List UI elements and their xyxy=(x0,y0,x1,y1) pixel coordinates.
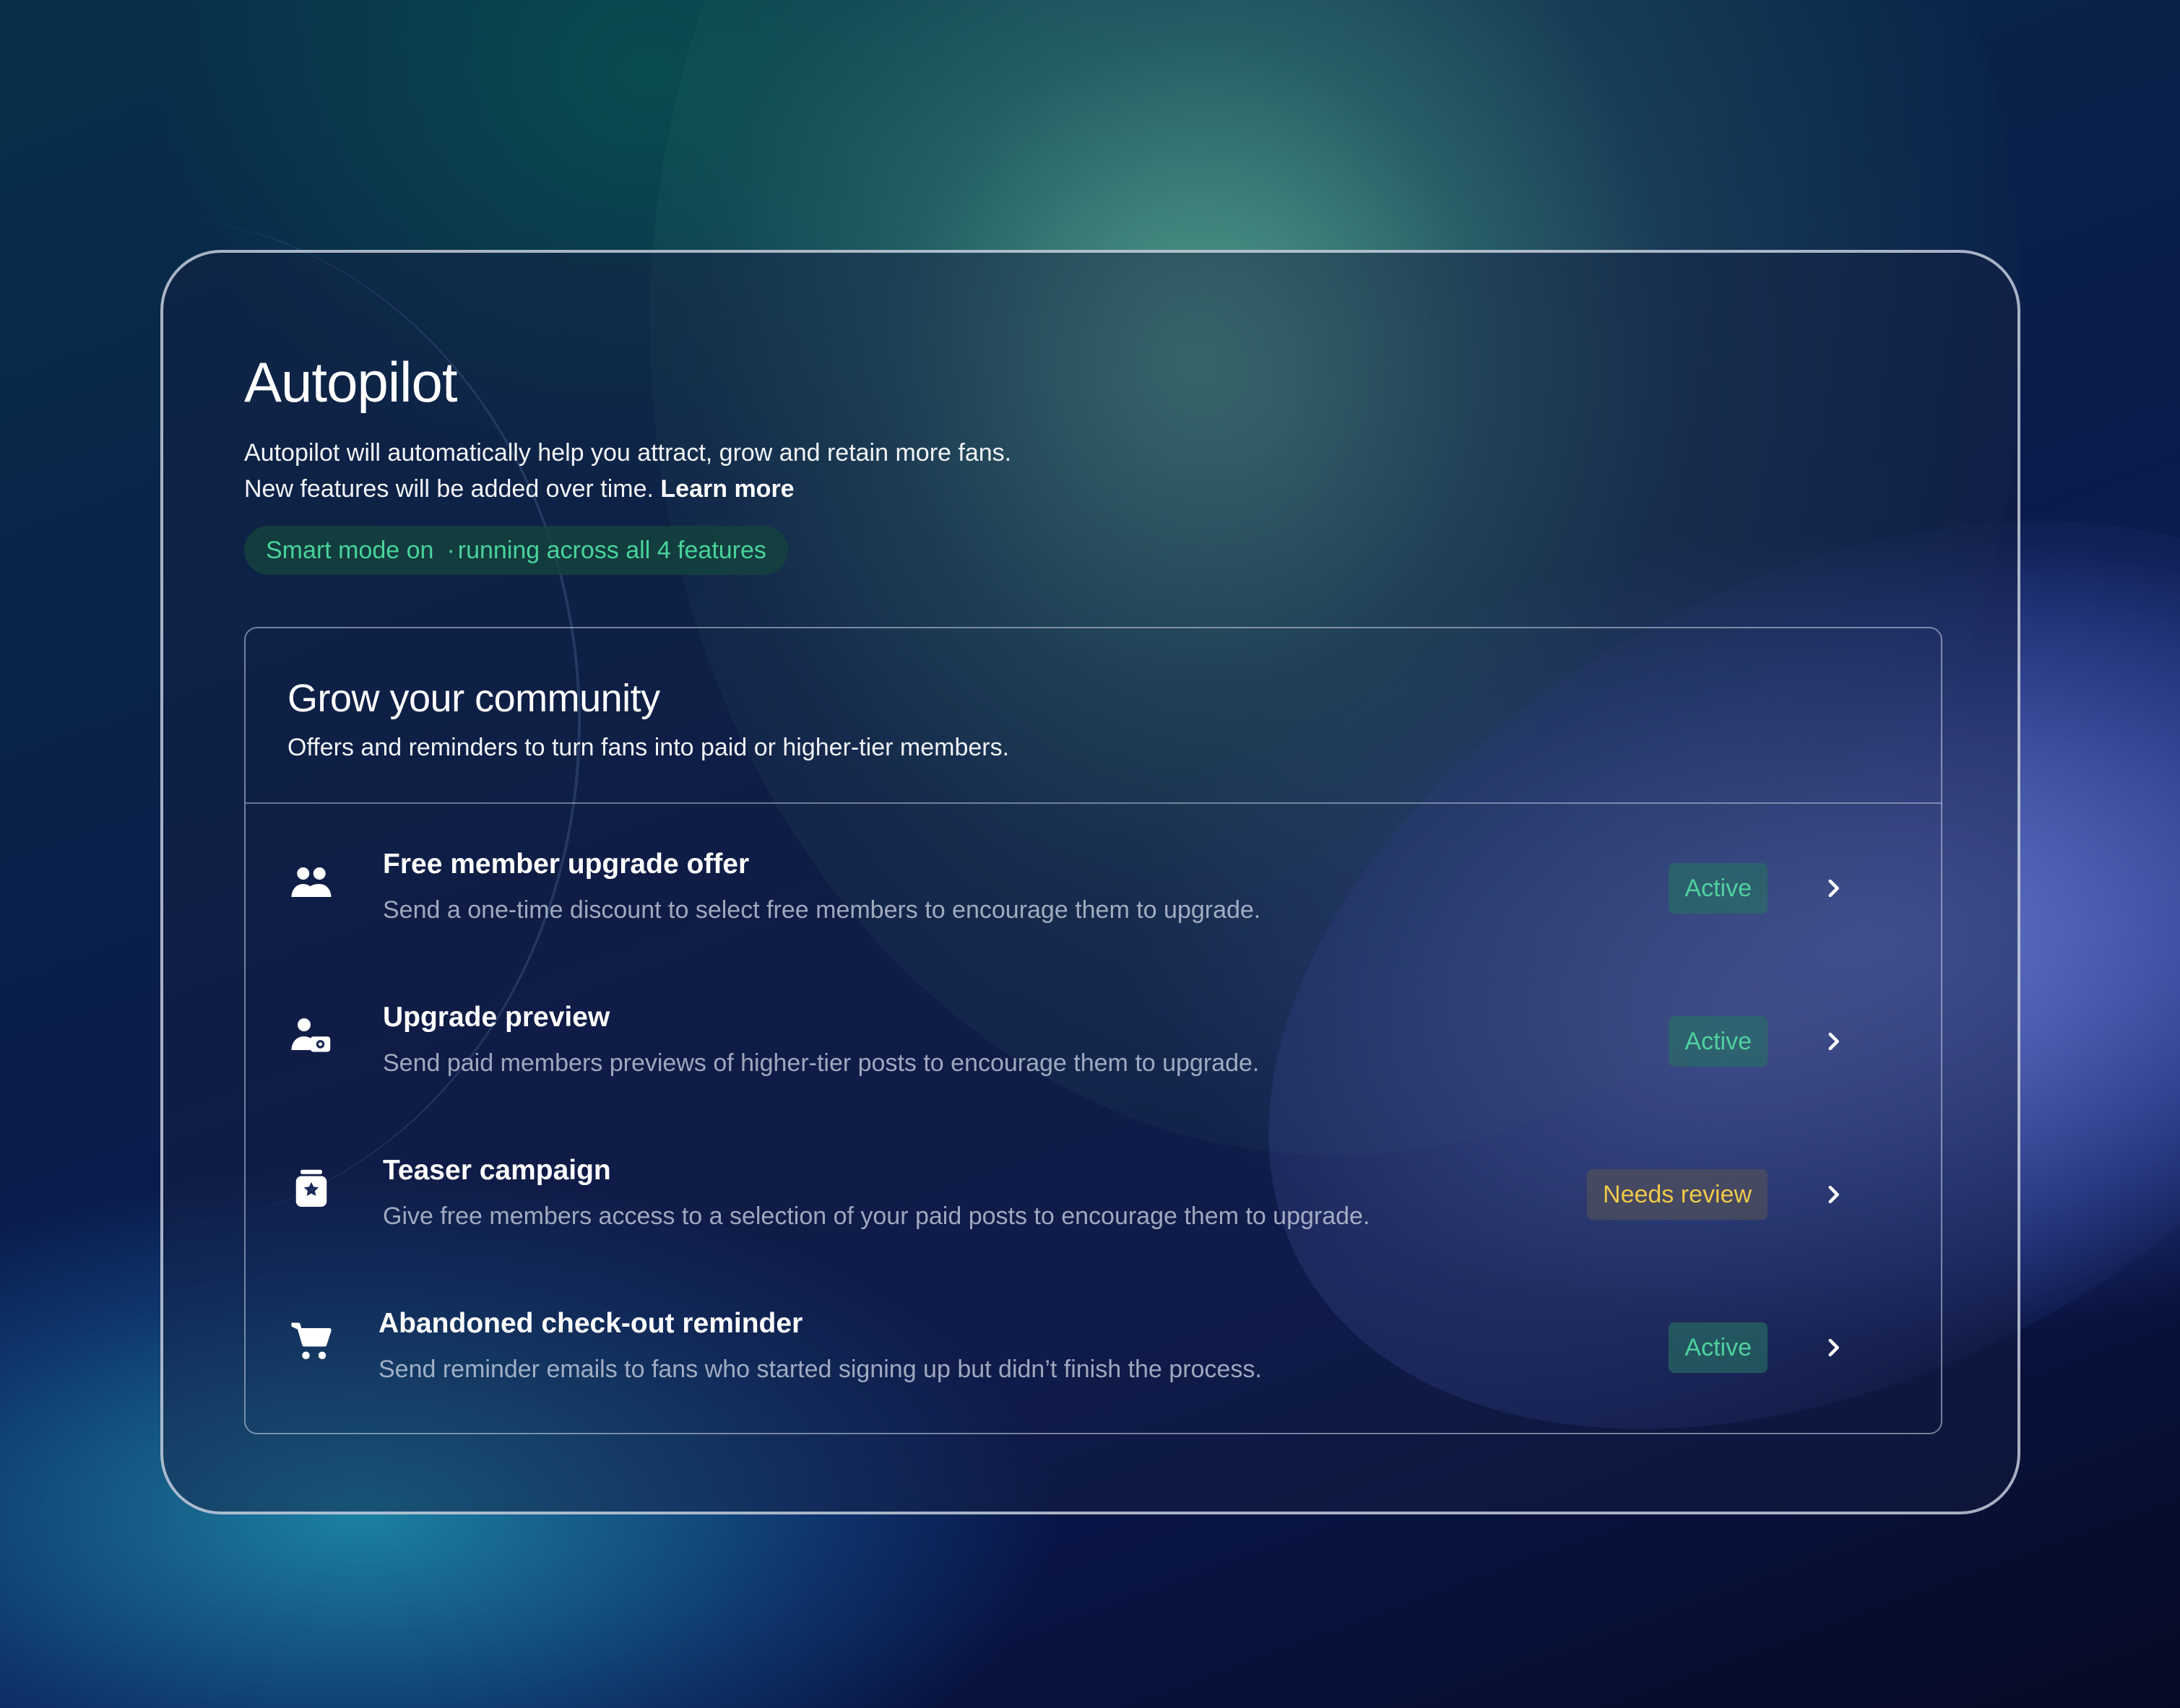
status-badge: Active xyxy=(1669,863,1768,914)
feature-description: Send a one-time discount to select free … xyxy=(383,896,1261,924)
smart-mode-detail: running across all 4 features xyxy=(457,537,766,564)
feature-name: Teaser campaign xyxy=(383,1155,611,1186)
feature-name: Free member upgrade offer xyxy=(383,849,750,880)
chevron-right-icon[interactable] xyxy=(1817,872,1850,905)
grow-community-section: Grow your community Offers and reminders… xyxy=(244,627,1942,1434)
feature-row-upgrade-preview[interactable]: Upgrade preview Send paid members previe… xyxy=(246,958,1941,1111)
feature-description: Send reminder emails to fans who started… xyxy=(379,1356,1262,1383)
page-title: Autopilot xyxy=(244,350,458,414)
smart-mode-label: Smart mode on xyxy=(266,537,434,564)
star-box-icon xyxy=(287,1165,335,1213)
chevron-right-icon[interactable] xyxy=(1817,1025,1850,1058)
page-description: Autopilot will automatically help you at… xyxy=(244,435,1039,507)
feature-description: Send paid members previews of higher-tie… xyxy=(383,1049,1260,1077)
section-title: Grow your community xyxy=(287,677,660,720)
feature-description: Give free members access to a selection … xyxy=(383,1202,1370,1230)
feature-name: Upgrade preview xyxy=(383,1002,610,1033)
chevron-right-icon[interactable] xyxy=(1817,1178,1850,1211)
feature-name: Abandoned check-out reminder xyxy=(379,1308,803,1339)
section-subtitle: Offers and reminders to turn fans into p… xyxy=(287,734,1010,761)
pill-separator: · xyxy=(446,537,455,564)
chevron-right-icon[interactable] xyxy=(1817,1331,1850,1364)
smart-mode-status-pill: Smart mode on · running across all 4 featu… xyxy=(244,526,788,575)
feature-row-teaser-campaign[interactable]: Teaser campaign Give free members access… xyxy=(246,1111,1941,1265)
status-badge: Active xyxy=(1669,1016,1768,1067)
section-header: Grow your community Offers and reminders… xyxy=(246,628,1941,804)
users-icon xyxy=(287,859,335,906)
feature-row-abandoned-checkout-reminder[interactable]: Abandoned check-out reminder Send remind… xyxy=(246,1265,1941,1418)
user-preview-icon xyxy=(287,1012,335,1059)
learn-more-link[interactable]: Learn more xyxy=(660,475,794,503)
description-text: Autopilot will automatically help you at… xyxy=(244,439,1012,503)
autopilot-panel: Autopilot Autopilot will automatically h… xyxy=(160,250,2020,1514)
status-badge: Needs review xyxy=(1587,1169,1768,1220)
cart-icon xyxy=(287,1318,335,1366)
feature-row-free-member-upgrade-offer[interactable]: Free member upgrade offer Send a one-tim… xyxy=(246,805,1941,958)
status-badge: Active xyxy=(1669,1322,1768,1373)
